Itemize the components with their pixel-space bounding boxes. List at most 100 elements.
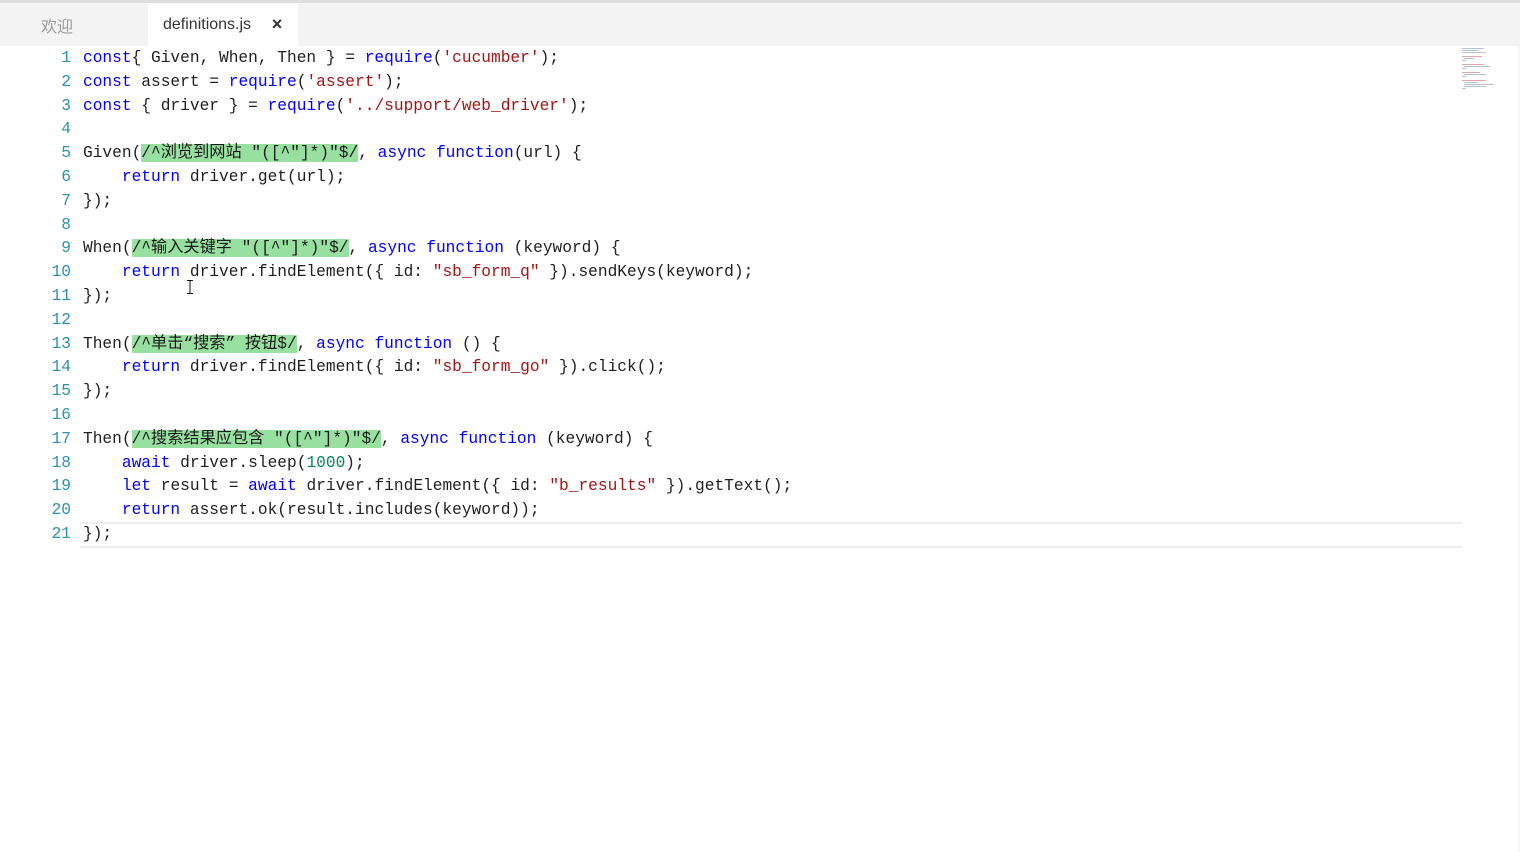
- code-token: );: [539, 49, 560, 67]
- code-text: Then(/^单击“搜索” 按钮$/, async function () {: [83, 332, 501, 356]
- line-number: 17: [51, 429, 71, 448]
- regex-token: /^搜索结果应包含 "([^"]*)"$/: [131, 429, 381, 448]
- code-token: );: [384, 72, 404, 91]
- minimap-line: [1462, 50, 1478, 51]
- minimap-line: [1462, 52, 1486, 53]
- keyword-token: require: [267, 96, 336, 115]
- string-token: "b_results": [549, 477, 657, 496]
- line-number: 21: [51, 525, 71, 543]
- code-line[interactable]: 16: [0, 403, 1462, 427]
- code-token: { driver } =: [131, 96, 268, 115]
- code-text: });: [83, 189, 112, 213]
- code-line[interactable]: 6 return driver.get(url);: [0, 165, 1462, 189]
- code-token: (: [432, 49, 443, 67]
- code-text: });: [83, 379, 112, 403]
- minimap-line: [1462, 56, 1482, 57]
- code-line[interactable]: 17 Then(/^搜索结果应包含 "([^"]*)"$/, async func…: [0, 427, 1462, 451]
- tab-welcome[interactable]: 欢迎: [0, 3, 148, 46]
- number-token: 1000: [306, 453, 346, 472]
- code-line[interactable]: 18 await driver.sleep(1000);: [0, 451, 1462, 475]
- code-line[interactable]: 14 return driver.findElement({ id: "sb_f…: [0, 355, 1462, 379]
- code-line[interactable]: 8: [0, 213, 1462, 237]
- code-text: await driver.sleep(1000);: [83, 451, 365, 475]
- code-token: Given(: [83, 144, 142, 163]
- keyword-token: await: [248, 477, 297, 496]
- code-line[interactable]: 7});: [0, 189, 1462, 213]
- keyword-token: function: [435, 144, 514, 163]
- keyword-token: return: [121, 263, 181, 282]
- code-editor[interactable]: 1 const{ Given, When, Then } = require('c…: [0, 46, 1462, 852]
- keyword-token: function: [426, 239, 504, 258]
- code-text: When(/^输入关键字 "([^"]*)"$/, async function…: [83, 236, 621, 260]
- line-number: 13: [51, 334, 71, 353]
- line-number: 15: [51, 382, 71, 401]
- minimap-line: [1464, 66, 1490, 67]
- code-text: });: [83, 522, 112, 546]
- code-line[interactable]: 12: [0, 308, 1462, 332]
- line-number: 12: [51, 310, 71, 329]
- code-token: driver.get(url);: [180, 168, 346, 186]
- mouse-ibeam-cursor: [187, 280, 193, 294]
- code-line[interactable]: 20 return assert.ok(result.includes(keyw…: [0, 498, 1462, 522]
- code-text: const{ Given, When, Then } = require('cu…: [83, 46, 559, 70]
- code-line[interactable]: 4: [0, 117, 1462, 141]
- code-token: driver.sleep(: [170, 453, 307, 472]
- code-line[interactable]: 1 const{ Given, When, Then } = require('c…: [0, 46, 1462, 70]
- tab-definitions-js[interactable]: definitions.js ×: [148, 3, 298, 46]
- string-token: '../support/web_driver': [345, 96, 569, 115]
- keyword-token: return: [121, 168, 181, 186]
- line-number: 16: [51, 406, 71, 424]
- minimap-line: [1462, 60, 1466, 61]
- code-line[interactable]: 21});: [0, 522, 1462, 546]
- code-text: let result = await driver.findElement({ …: [83, 474, 792, 498]
- code-token: { Given, When, Then } =: [131, 49, 365, 67]
- code-line[interactable]: 13 Then(/^单击“搜索” 按钮$/, async function () …: [0, 332, 1462, 356]
- code-line[interactable]: 9 When(/^输入关键字 "([^"]*)"$/, async functio…: [0, 236, 1462, 260]
- string-token: 'assert': [306, 72, 385, 91]
- code-token: result =: [151, 477, 249, 496]
- code-text: const { driver } = require('../support/w…: [83, 94, 588, 118]
- tab-bar: 欢迎 definitions.js ×: [0, 0, 1520, 46]
- code-text: Given(/^浏览到网站 "([^"]*)"$/, async functio…: [83, 141, 582, 165]
- code-token: });: [83, 191, 113, 210]
- code-token: );: [345, 453, 365, 472]
- code-line[interactable]: 5 Given(/^浏览到网站 "([^"]*)"$/, async functi…: [0, 141, 1462, 165]
- code-line[interactable]: 3 const { driver } = require('../support/…: [0, 94, 1462, 118]
- code-line[interactable]: 19 let result = await driver.findElement…: [0, 474, 1462, 498]
- code-token: });: [83, 287, 113, 305]
- code-line[interactable]: 11});: [0, 284, 1462, 308]
- string-token: 'cucumber': [442, 49, 540, 67]
- line-number: 18: [51, 453, 71, 472]
- line-number: 19: [51, 477, 71, 496]
- code-token: });: [83, 382, 113, 401]
- regex-token: /^浏览到网站 "([^"]*)"$/: [141, 144, 359, 163]
- code-token: Then(: [83, 429, 132, 448]
- code-token: (: [335, 96, 346, 115]
- code-token: }).sendKeys(keyword);: [539, 263, 754, 282]
- code-token: When(: [83, 239, 132, 258]
- minimap-line: [1464, 84, 1494, 85]
- line-number: 2: [61, 72, 71, 91]
- code-token: (keyword) {: [503, 239, 621, 258]
- code-token: ,: [358, 144, 378, 163]
- code-token: () {: [452, 334, 501, 353]
- regex-token: /^单击“搜索” 按钮$/: [131, 334, 297, 353]
- code-line[interactable]: 15});: [0, 379, 1462, 403]
- minimap-line: [1462, 48, 1484, 49]
- minimap[interactable]: [1460, 46, 1520, 96]
- code-token: }).getText();: [656, 477, 793, 496]
- code-text: return driver.findElement({ id: "sb_form…: [83, 355, 666, 379]
- close-icon[interactable]: ×: [268, 15, 286, 33]
- code-line[interactable]: 10 return driver.findElement({ id: "sb_f…: [0, 260, 1462, 284]
- line-number: 1: [61, 49, 71, 67]
- keyword-token: function: [374, 334, 453, 353]
- keyword-token: const: [83, 49, 132, 67]
- code-line[interactable]: 2 const assert = require('assert');: [0, 70, 1462, 94]
- keyword-token: return: [121, 358, 181, 377]
